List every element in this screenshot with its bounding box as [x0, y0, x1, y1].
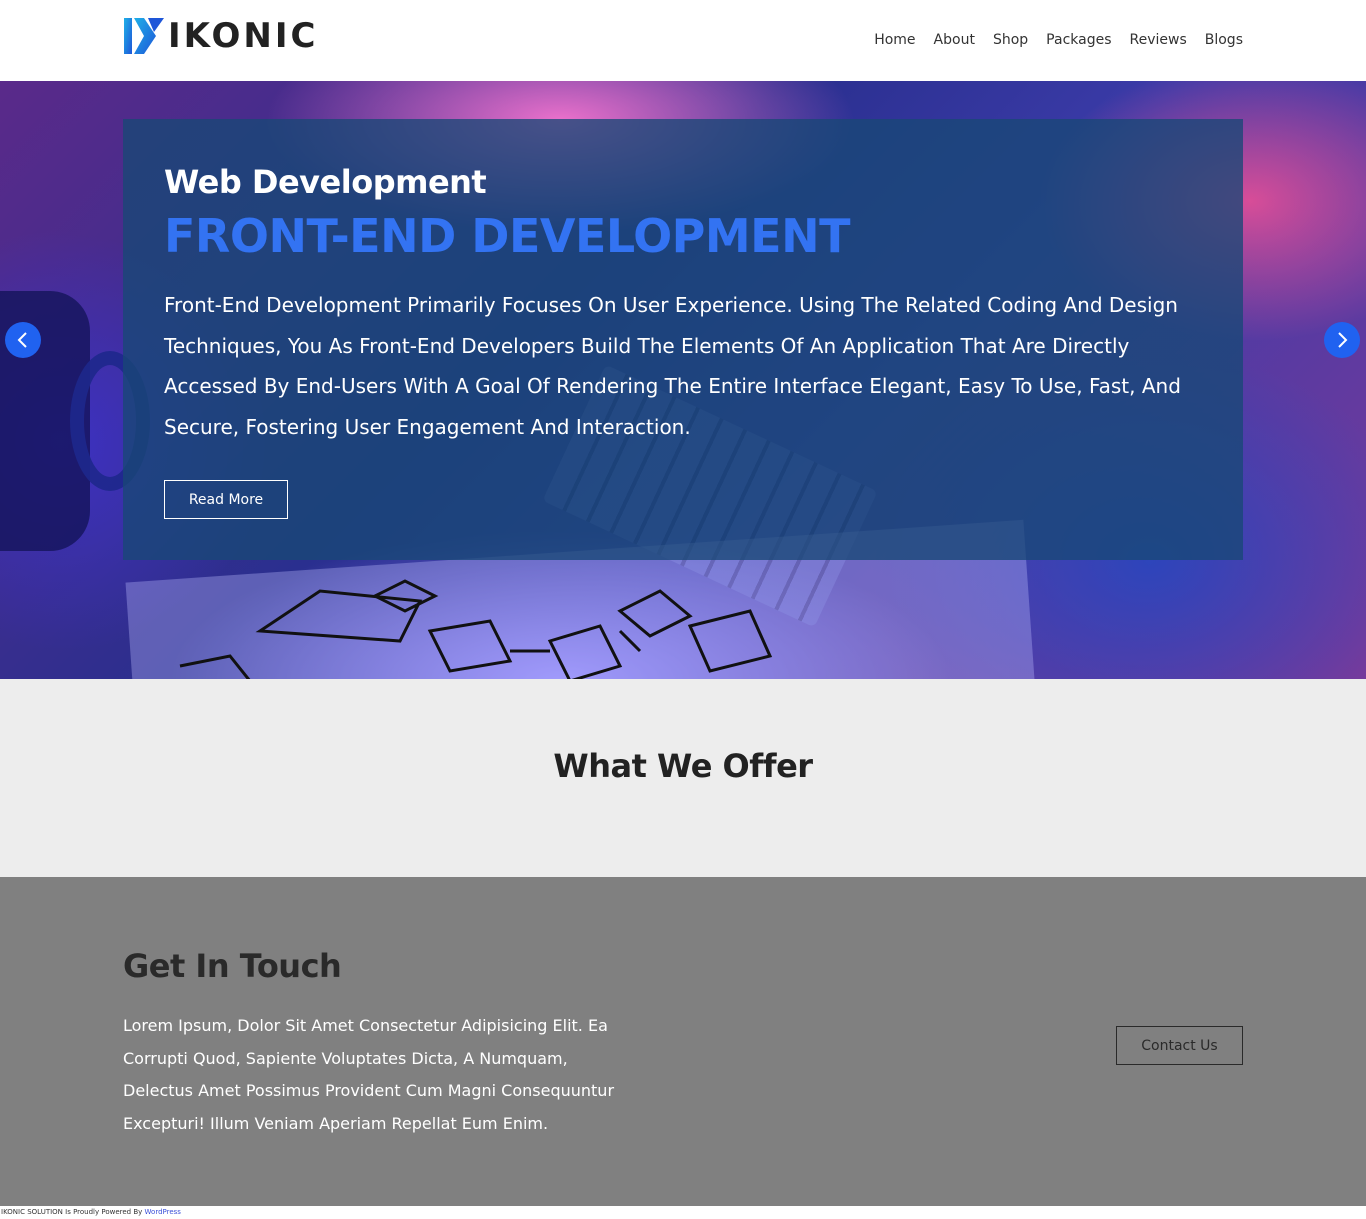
logo[interactable]: IKONIC [122, 14, 318, 58]
nav-shop[interactable]: Shop [993, 30, 1028, 50]
hero-title: FRONT-END DEVELOPMENT [164, 209, 850, 263]
what-we-offer-section: What We Offer [0, 679, 1366, 877]
read-more-button[interactable]: Read More [164, 480, 288, 519]
hero-subtitle: Web Development [164, 163, 487, 201]
nav-home[interactable]: Home [874, 30, 915, 50]
hero-description: Front-End Development Primarily Focuses … [164, 293, 1181, 439]
footer-text: IKONIC SOLUTION Is Proudly Powered By [1, 1208, 145, 1216]
main-nav: Home About Shop Packages Reviews Blogs [856, 30, 1243, 50]
nav-about[interactable]: About [934, 30, 975, 50]
slider-next-button[interactable] [1324, 322, 1360, 358]
logo-mark-icon [124, 18, 164, 54]
hero-caption-box: Web Development FRONT-END DEVELOPMENT Fr… [123, 119, 1243, 560]
chevron-right-icon [1338, 332, 1348, 348]
nav-reviews[interactable]: Reviews [1130, 30, 1187, 50]
offer-title: What We Offer [553, 747, 813, 785]
nav-blogs[interactable]: Blogs [1205, 30, 1243, 50]
hero-slider: Web Development FRONT-END DEVELOPMENT Fr… [0, 81, 1366, 679]
site-footer: IKONIC SOLUTION Is Proudly Powered By Wo… [0, 1206, 1366, 1219]
footer-wordpress-link[interactable]: WordPress [145, 1208, 181, 1216]
site-header: IKONIC Home About Shop Packages Reviews … [0, 0, 1366, 81]
contact-title: Get In Touch [123, 947, 342, 985]
contact-text: Lorem Ipsum, Dolor Sit Amet Consectetur … [123, 1016, 615, 1133]
slider-prev-button[interactable] [5, 322, 41, 358]
hero-bg-flowchart [179, 579, 773, 679]
get-in-touch-section: Get In Touch Lorem Ipsum, Dolor Sit Amet… [0, 877, 1366, 1206]
logo-text: IKONIC [168, 16, 319, 56]
chevron-left-icon [17, 332, 27, 348]
contact-us-button[interactable]: Contact Us [1116, 1026, 1243, 1065]
nav-packages[interactable]: Packages [1046, 30, 1111, 50]
